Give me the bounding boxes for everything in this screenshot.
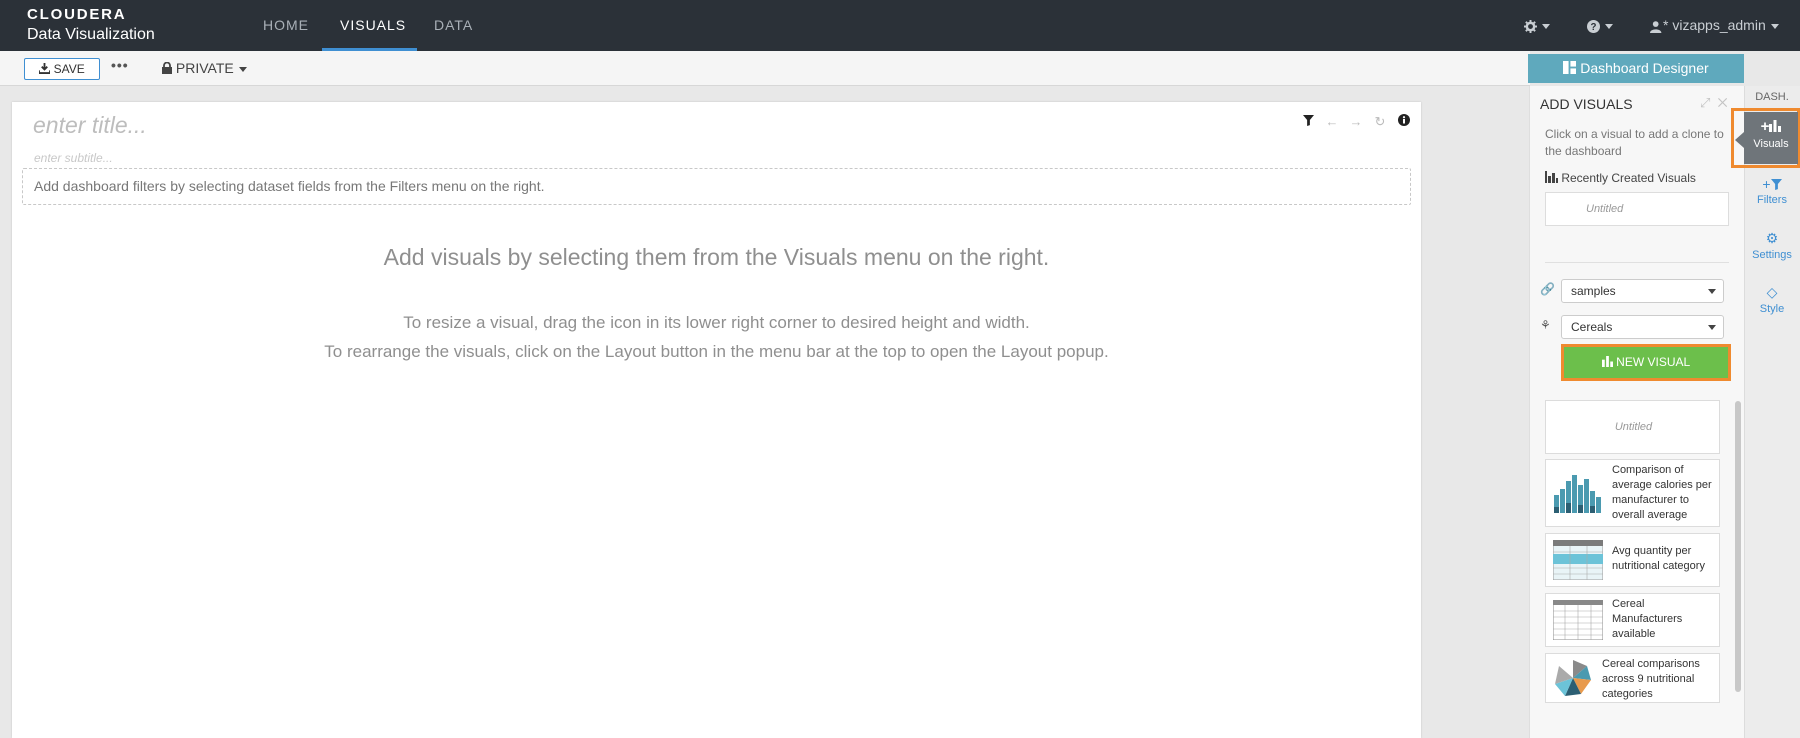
download-icon	[38, 63, 52, 74]
dashboard-toolbar: SAVE ••• PRIVATE	[0, 51, 1530, 86]
brand-product: Data Visualization	[27, 26, 155, 43]
privacy-label: PRIVATE	[175, 60, 234, 76]
tab-filters[interactable]: + Filters	[1744, 176, 1800, 206]
panel-title: ADD VISUALS	[1540, 96, 1633, 112]
chevron-down-icon	[1708, 325, 1716, 330]
grid-table-thumbnail	[1553, 600, 1603, 640]
lock-icon	[162, 61, 172, 74]
settings-menu[interactable]	[1524, 0, 1550, 51]
stacked-bar-thumbnail	[1554, 475, 1601, 513]
bar-chart-icon	[1601, 356, 1613, 367]
dashboard-designer-label: Dashboard Designer	[1580, 60, 1709, 76]
redo-icon[interactable]: →	[1344, 114, 1368, 129]
more-options-button[interactable]: •••	[111, 57, 129, 73]
svg-text:?: ?	[1591, 22, 1597, 33]
dashboard-designer-button[interactable]: Dashboard Designer	[1528, 54, 1744, 83]
user-menu[interactable]: * vizapps_admin	[1650, 0, 1779, 51]
gear-icon	[1524, 19, 1537, 33]
filter-icon[interactable]	[1296, 114, 1320, 129]
dataset-value: Cereals	[1571, 320, 1613, 334]
user-icon: *	[1650, 17, 1672, 33]
panel-hint: Click on a visual to add a clone to the …	[1545, 127, 1724, 158]
dash-tab-header: DASH.	[1755, 91, 1789, 103]
recent-visual-title: Untitled	[1586, 203, 1624, 215]
brand-logo[interactable]: CLOUDERA Data Visualization	[27, 7, 155, 45]
tab-visuals-label: Visuals	[1753, 138, 1789, 150]
diamond-icon: ◇	[1766, 284, 1778, 300]
tab-settings-label: Settings	[1752, 249, 1792, 261]
bar-chart-icon	[1545, 171, 1558, 183]
save-label: SAVE	[53, 62, 85, 76]
save-button[interactable]: SAVE	[24, 58, 100, 80]
filter-drop-area[interactable]: Add dashboard filters by selecting datas…	[22, 168, 1411, 205]
tab-style[interactable]: ◇ Style	[1744, 284, 1800, 315]
active-tab-pointer	[1735, 132, 1744, 148]
chevron-down-icon	[1708, 289, 1716, 294]
new-visual-label: NEW VISUAL	[1616, 355, 1691, 369]
visual-card-manufacturers[interactable]: Cereal Manufacturers available	[1545, 593, 1720, 647]
add-visuals-panel: ADD VISUALS ⤢ ✕ Click on a visual to add…	[1529, 86, 1744, 738]
nav-tab-home[interactable]: HOME	[263, 0, 309, 51]
add-visuals-message: Add visuals by selecting them from the V…	[383, 244, 1050, 270]
dashboard-title-input[interactable]: enter title...	[33, 112, 147, 139]
dashboard-icon	[1563, 61, 1577, 74]
top-nav: CLOUDERA Data Visualization HOME VISUALS…	[0, 0, 1800, 51]
recent-visuals-label: Recently Created Visuals	[1561, 171, 1696, 185]
help-menu[interactable]: ?	[1587, 0, 1613, 51]
dataset-select[interactable]: Cereals	[1561, 315, 1724, 339]
visual-card-nutritional-comparisons[interactable]: Cereal comparisons across 9 nutritional …	[1545, 653, 1720, 703]
refresh-icon[interactable]: ↻	[1368, 114, 1392, 130]
dashboard-subtitle-input[interactable]: enter subtitle...	[34, 151, 113, 165]
add-filter-icon: +	[1744, 176, 1800, 192]
visual-card-untitled[interactable]: Untitled	[1545, 400, 1720, 454]
tab-settings[interactable]: ⚙ Settings	[1744, 230, 1800, 261]
help-icon: ?	[1587, 19, 1600, 33]
username: vizapps_admin	[1672, 17, 1766, 33]
info-icon[interactable]	[1392, 114, 1416, 129]
visual-card-title: Comparison of average calories per manuf…	[1612, 464, 1712, 521]
new-visual-button[interactable]: NEW VISUAL	[1564, 347, 1728, 378]
visual-card-title: Avg quantity per nutritional category	[1612, 545, 1705, 572]
visual-card-title: Untitled	[1614, 421, 1653, 433]
connection-select[interactable]: samples	[1561, 279, 1724, 303]
resize-hint: To resize a visual, drag the icon in its…	[403, 313, 1030, 332]
dataset-icon: ⚘	[1540, 318, 1551, 332]
tab-visuals[interactable]: + Visuals	[1744, 112, 1798, 164]
table-thumbnail	[1553, 540, 1603, 580]
new-visual-highlight: NEW VISUAL	[1561, 344, 1731, 381]
panel-scrollbar[interactable]	[1735, 401, 1741, 692]
panel-window-controls: ⤢ ✕	[1700, 95, 1728, 111]
recent-visuals-heading: Recently Created Visuals	[1545, 171, 1696, 185]
link-icon: 🔗	[1540, 282, 1555, 296]
privacy-dropdown[interactable]: PRIVATE	[162, 60, 247, 76]
visual-card-title: Cereal comparisons across 9 nutritional …	[1602, 658, 1700, 700]
close-icon[interactable]: ✕	[1718, 95, 1728, 110]
layout-hint: To rearrange the visuals, click on the L…	[324, 342, 1109, 361]
expand-icon[interactable]: ⤢	[1700, 95, 1710, 110]
connection-value: samples	[1571, 284, 1616, 298]
tab-filters-label: Filters	[1757, 194, 1787, 206]
visual-card-calories-comparison[interactable]: Comparison of average calories per manuf…	[1545, 459, 1720, 527]
radial-chart-thumbnail	[1555, 660, 1591, 696]
canvas-actions: ← → ↻	[1296, 114, 1416, 130]
nav-tab-data[interactable]: DATA	[434, 0, 473, 51]
gears-icon: ⚙	[1765, 230, 1779, 246]
undo-icon[interactable]: ←	[1320, 114, 1344, 129]
dashboard-canvas: enter title... enter subtitle... ← → ↻ Add…	[12, 102, 1421, 738]
divider	[1545, 262, 1729, 263]
visual-card-title: Cereal Manufacturers available	[1612, 598, 1683, 640]
visual-card-avg-quantity[interactable]: Avg quantity per nutritional category	[1545, 533, 1720, 587]
add-chart-icon: +	[1744, 118, 1798, 135]
tab-style-label: Style	[1759, 303, 1785, 315]
recent-visual-card[interactable]: Untitled	[1545, 192, 1729, 226]
brand-name: CLOUDERA	[27, 6, 127, 23]
nav-tab-visuals[interactable]: VISUALS	[340, 0, 406, 51]
